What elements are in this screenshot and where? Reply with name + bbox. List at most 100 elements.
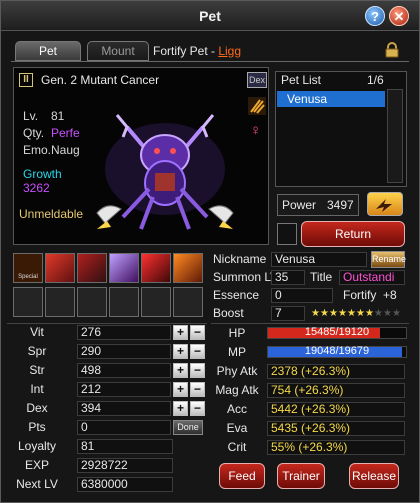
fang-skill-icon[interactable] bbox=[141, 253, 171, 283]
arrow-assign-icon[interactable] bbox=[367, 192, 403, 216]
exp-label: EXP bbox=[24, 458, 49, 472]
combat-stat-label: Crit bbox=[227, 440, 247, 454]
empty-skill-slot[interactable] bbox=[77, 287, 107, 317]
minus-icon[interactable]: − bbox=[190, 325, 205, 340]
stat-value: 0 bbox=[77, 420, 171, 435]
special-skill-icon[interactable]: Special bbox=[13, 253, 43, 283]
boost-star-icon: ★ bbox=[383, 308, 392, 319]
hp-text: 15485/19120 bbox=[304, 326, 370, 338]
tab-mount[interactable]: Mount bbox=[87, 41, 149, 61]
stat-label: Spr bbox=[27, 344, 47, 358]
quality-value: Perfe bbox=[51, 126, 80, 140]
combat-stat-label: Eva bbox=[226, 421, 248, 435]
dex-tag: Dex bbox=[247, 72, 267, 88]
empty-skill-slot[interactable] bbox=[13, 287, 43, 317]
combat-stat-label: Mag Atk bbox=[215, 383, 259, 397]
feed-button[interactable]: Feed bbox=[219, 463, 265, 489]
fire-skill-icon[interactable] bbox=[173, 253, 203, 283]
fortify-text: Fortify Pet - bbox=[153, 44, 219, 58]
stat-value: 212 bbox=[77, 382, 171, 397]
mp-text: 19048/19679 bbox=[304, 345, 370, 357]
minus-icon[interactable]: − bbox=[190, 382, 205, 397]
fortify-label: Fortify Pet - Ligg bbox=[153, 44, 241, 58]
minus-icon[interactable]: − bbox=[190, 363, 205, 378]
summon-level-label: Summon LV bbox=[213, 270, 279, 284]
release-button[interactable]: Release bbox=[349, 463, 399, 489]
stat-label: Dex bbox=[26, 401, 48, 415]
attribute-stats: Vit 276 + − Spr 290 + − Str 498 + − Int 212 + − Dex 394 + −… bbox=[7, 325, 207, 435]
empty-skill-slot[interactable] bbox=[45, 287, 75, 317]
claw-skill-icon[interactable] bbox=[45, 253, 75, 283]
minus-icon[interactable]: − bbox=[190, 401, 205, 416]
stat-value: 290 bbox=[77, 344, 171, 359]
combat-stat-label: Phy Atk bbox=[216, 364, 258, 378]
tab-pet[interactable]: Pet bbox=[15, 41, 81, 61]
loyalty-value: 81 bbox=[77, 439, 173, 454]
lock-icon[interactable] bbox=[384, 42, 400, 58]
skill-slots: Special bbox=[9, 253, 205, 321]
pet-model-image bbox=[87, 97, 243, 237]
boost-star-icon: ★ bbox=[356, 308, 365, 319]
empty-skill-slot[interactable] bbox=[141, 287, 171, 317]
close-icon[interactable]: ✕ bbox=[389, 6, 409, 26]
quality-label: Qty. bbox=[23, 126, 45, 140]
stat-value: 498 bbox=[77, 363, 171, 378]
stat-value: 276 bbox=[77, 325, 171, 340]
combat-stat-value: 55% (+26.3%) bbox=[267, 440, 405, 455]
fortify-owner-link[interactable]: Ligg bbox=[218, 44, 241, 58]
loyalty-label: Loyalty bbox=[17, 439, 57, 453]
claw-type-icon bbox=[248, 97, 266, 115]
hp-bar: 15485/19120 bbox=[267, 326, 407, 339]
tab-divider bbox=[11, 61, 409, 62]
plus-icon[interactable]: + bbox=[173, 363, 188, 378]
combat-stats: Phy Atk 2378 (+26.3%) Mag Atk 754 (+26.3%) A… bbox=[207, 364, 411, 460]
boost-value: 7 bbox=[271, 306, 305, 321]
combat-stat-value: 5442 (+26.3%) bbox=[267, 402, 405, 417]
empty-skill-slot[interactable] bbox=[109, 287, 139, 317]
pet-list-scrollbar[interactable] bbox=[387, 89, 403, 183]
level-value: 81 bbox=[51, 109, 65, 123]
help-icon[interactable]: ? bbox=[365, 6, 385, 26]
exp-value: 2928722 bbox=[77, 458, 173, 473]
buff-skill-icon[interactable] bbox=[77, 253, 107, 283]
female-gender-icon: ♀ bbox=[250, 122, 262, 139]
boost-label: Boost bbox=[213, 306, 244, 320]
boost-stars: ★★★★★★★★★★ bbox=[311, 305, 405, 319]
stat-row: Int 212 + − bbox=[7, 382, 207, 398]
stat-row: Spr 290 + − bbox=[7, 344, 207, 360]
rename-button[interactable]: Rename bbox=[371, 251, 406, 268]
boost-star-icon: ★ bbox=[329, 308, 338, 319]
mp-bar: 19048/19679 bbox=[267, 345, 407, 358]
essence-value: 0 bbox=[271, 288, 333, 303]
stat-value: 394 bbox=[77, 401, 171, 416]
combat-stat-value: 5435 (+26.3%) bbox=[267, 421, 405, 436]
level-label: Lv. bbox=[23, 109, 39, 123]
next-level-label: Next LV bbox=[16, 477, 58, 491]
plus-icon[interactable]: + bbox=[173, 401, 188, 416]
minus-icon[interactable]: − bbox=[190, 344, 205, 359]
combat-stat-label: Acc bbox=[226, 402, 247, 416]
stats-divider bbox=[7, 323, 207, 324]
plus-icon[interactable]: + bbox=[173, 382, 188, 397]
plus-icon[interactable]: + bbox=[173, 325, 188, 340]
next-level-value: 6380000 bbox=[77, 477, 173, 492]
trainer-button[interactable]: Trainer bbox=[277, 463, 325, 489]
plus-icon[interactable]: + bbox=[173, 344, 188, 359]
fortify-level-label: Fortify bbox=[343, 288, 377, 302]
growth-label: Growth bbox=[23, 167, 62, 181]
combat-stat-value: 2378 (+26.3%) bbox=[267, 364, 405, 379]
slash-skill-icon[interactable] bbox=[109, 253, 139, 283]
empty-skill-slot[interactable] bbox=[173, 287, 203, 317]
return-button[interactable]: Return bbox=[301, 221, 405, 247]
return-checkbox[interactable] bbox=[277, 223, 297, 245]
nickname-field[interactable]: Venusa bbox=[271, 252, 367, 267]
stat-label: Str bbox=[29, 363, 45, 377]
stat-label: Int bbox=[30, 382, 44, 396]
pet-name: Gen. 2 Mutant Cancer bbox=[41, 73, 160, 87]
done-button[interactable]: Done bbox=[173, 420, 203, 435]
pet-list-item[interactable]: Venusa bbox=[277, 91, 385, 107]
stat-label: Vit bbox=[30, 325, 44, 339]
boost-star-icon: ★ bbox=[365, 308, 374, 319]
hp-label: HP bbox=[228, 326, 246, 340]
pet-list-title: Pet List bbox=[281, 73, 322, 87]
